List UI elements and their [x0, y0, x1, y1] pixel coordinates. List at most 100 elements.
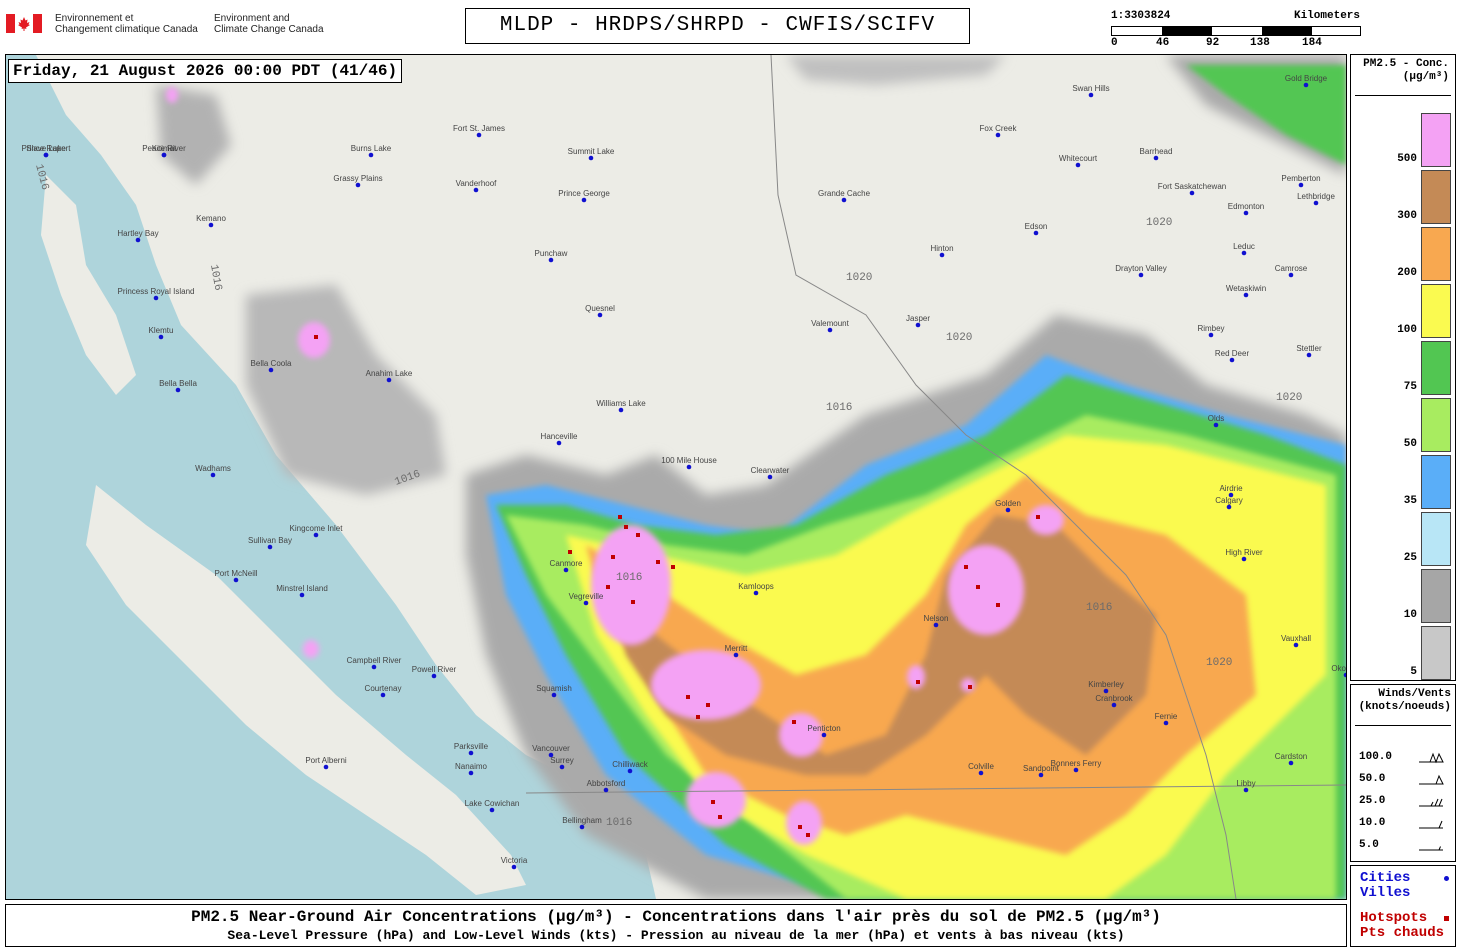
hotspot-marker [718, 815, 722, 819]
points-legend: Cities Villes Hotspots Pts chauds [1350, 865, 1456, 947]
legend-label-200: 200 [1397, 267, 1417, 279]
city-label: Calgary [1215, 495, 1243, 505]
city-label: Courtenay [364, 683, 402, 693]
city-dot [978, 770, 984, 776]
city-label: Surrey [550, 755, 574, 765]
scale-tick-92: 92 [1206, 37, 1220, 49]
city-label: Airdrie [1219, 483, 1243, 493]
legend-swatch-35 [1421, 455, 1451, 509]
city-label: Fox Creek [979, 123, 1017, 133]
city-label: Fernie [1154, 711, 1178, 721]
city-dot [551, 692, 557, 698]
city-label: Hinton [930, 243, 954, 253]
city-label: Cranbrook [1095, 693, 1133, 703]
city-dot [1075, 162, 1081, 168]
city-dot [43, 152, 49, 158]
city-label: Peace River [142, 143, 186, 153]
city-label: Leduc [1233, 241, 1255, 251]
legend-swatch-200 [1421, 227, 1451, 281]
city-label: Sullivan Bay [247, 535, 293, 545]
city-label: Libby [1236, 778, 1256, 788]
city-label: Golden [995, 498, 1021, 508]
scale-bar: 1:3303824 Kilometers 0 46 92 138 184 [1108, 10, 1361, 52]
hotspot-marker [671, 565, 675, 569]
city-dot [827, 327, 833, 333]
city-label: Drayton Valley [1115, 263, 1167, 273]
city-dot [313, 532, 319, 538]
city-label: Vancouver [532, 743, 570, 753]
city-label: Summit Lake [567, 146, 615, 156]
city-dot [733, 652, 739, 658]
legend-divider [1355, 95, 1451, 96]
city-dot [153, 295, 159, 301]
city-label: High River [1225, 547, 1263, 557]
hotspot-marker [624, 525, 628, 529]
hotspot-marker [1036, 515, 1040, 519]
city-label: Fort St. James [452, 123, 506, 133]
scale-tick-46: 46 [1156, 37, 1170, 49]
city-dot [210, 472, 216, 478]
hotspot-marker [916, 680, 920, 684]
scale-bar-graphic [1111, 26, 1361, 36]
city-label: Prince George [558, 188, 610, 198]
city-label: Hartley Bay [117, 228, 159, 238]
map-timestamp: Friday, 21 August 2026 00:00 PDT (41/46) [8, 59, 403, 83]
city-label: Cardston [1274, 751, 1308, 761]
isobar-label-1020-c: 1020 [1276, 392, 1302, 404]
hotspot-marker [686, 695, 690, 699]
city-label: Grassy Plains [333, 173, 383, 183]
hotspot-marker [976, 585, 980, 589]
city-label: Merritt [724, 643, 748, 653]
city-dot [559, 764, 565, 770]
city-dot [355, 182, 361, 188]
hotspot-marker [606, 585, 610, 589]
city-dot [1073, 767, 1079, 773]
legend-label-50: 50 [1403, 438, 1417, 450]
city-label: Swan Hills [1072, 83, 1110, 93]
hotspot-marker [636, 533, 640, 537]
city-dot [1005, 507, 1011, 513]
city-label: Klemtu [148, 325, 174, 335]
map-panel[interactable]: 1016 1016 1016 1016 1016 1016 1016 1020 … [5, 54, 1347, 900]
city-dot [380, 692, 386, 698]
city-dot [1243, 210, 1249, 216]
city-dot [581, 197, 587, 203]
city-label: Vanderhoof [455, 178, 497, 188]
city-label: Camrose [1274, 263, 1308, 273]
city-label: Slave Lake [26, 143, 66, 153]
agency-fr-line1: Environnement et [55, 13, 134, 24]
pm25-legend: PM2.5 - Conc. (µg/m³) 500 300 200 100 75 50 35… [1350, 54, 1456, 681]
agency-fr-line2: Changement climatique Canada [55, 24, 198, 35]
city-label: Canmore [549, 558, 583, 568]
isobar-label-1020-d: 1020 [1206, 657, 1232, 669]
city-dot [767, 474, 773, 480]
hotspot-marker [706, 703, 710, 707]
city-label: Kingcome Inlet [289, 523, 343, 533]
map-canvas: 1016 1016 1016 1016 1016 1016 1016 1020 … [6, 55, 1346, 899]
city-dot [588, 155, 594, 161]
legend-title-line2: (µg/m³) [1402, 71, 1449, 83]
city-label: Barrhead [1139, 146, 1173, 156]
city-label: Minstrel Island [276, 583, 328, 593]
city-dot [1241, 556, 1247, 562]
scale-tick-184: 184 [1302, 37, 1322, 49]
wind-barb-icon [1419, 774, 1444, 785]
city-dot [1243, 787, 1249, 793]
wind-barb-icon [1419, 752, 1444, 764]
winds-divider [1355, 725, 1451, 726]
city-label: Penticton [807, 723, 841, 733]
city-dot [468, 750, 474, 756]
hotspot-marker [798, 825, 802, 829]
city-dot [753, 590, 759, 596]
wind-barb-icon [1419, 798, 1443, 807]
city-dot [1229, 357, 1235, 363]
city-dot [473, 187, 479, 193]
legend-swatch-75 [1421, 341, 1451, 395]
city-label: Lethbridge [1297, 191, 1335, 201]
wind-speed-label-3: 10.0 [1359, 817, 1386, 829]
isobar-label-1016-f: 1016 [1086, 602, 1112, 614]
hotspot-marker [711, 800, 715, 804]
city-label: Gold Bridge [1284, 73, 1328, 83]
city-dot [386, 377, 392, 383]
page-title: MLDP - HRDPS/SHRPD - CWFIS/SCIFV [465, 8, 970, 44]
